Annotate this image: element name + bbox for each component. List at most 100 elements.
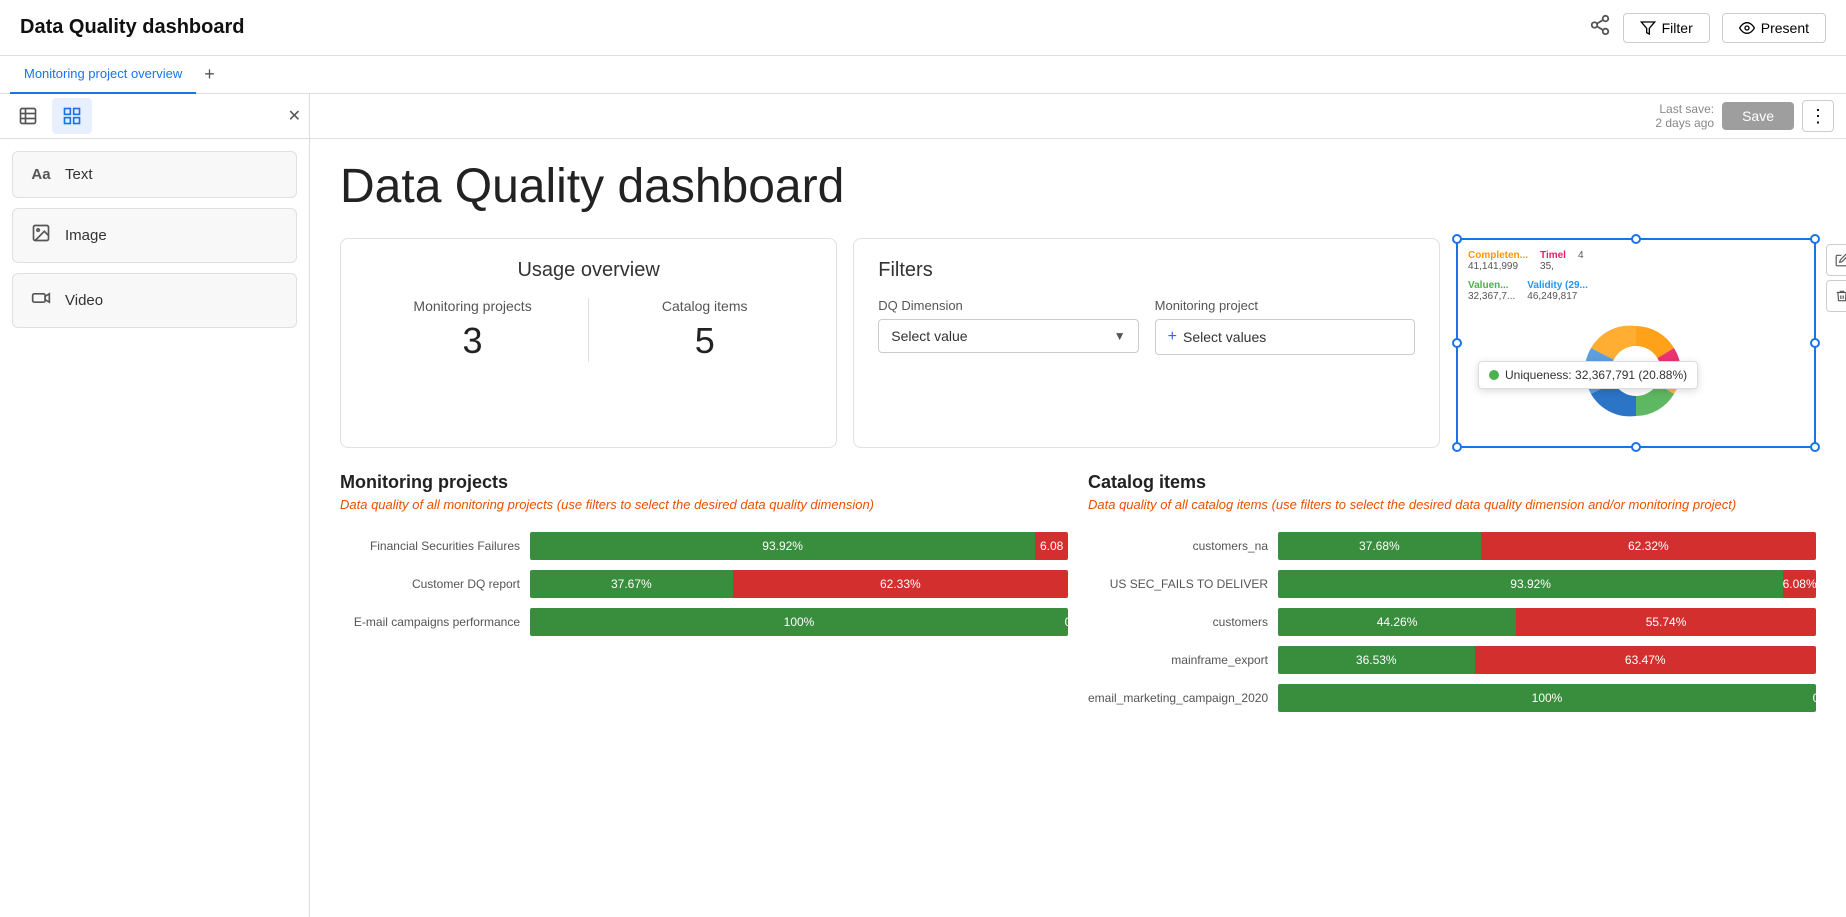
resize-handle-tc[interactable] — [1631, 234, 1641, 244]
donut-card-actions — [1826, 244, 1846, 312]
catalog-items-panel: Catalog items Data quality of all catalo… — [1088, 472, 1816, 712]
bar-red: 62.32% — [1481, 532, 1816, 560]
monitoring-project-label: Monitoring project — [1155, 298, 1415, 313]
bar-red: 6.08 — [1035, 532, 1068, 560]
chevron-down-icon: ▼ — [1114, 329, 1126, 343]
right-content: Last save: 2 days ago Save ⋮ Data Qualit… — [310, 94, 1846, 917]
table-row: mainframe_export 36.53% 63.47% — [1088, 646, 1816, 674]
panel-item-text-label: Text — [65, 166, 93, 183]
tab-bar: Monitoring project overview + — [0, 56, 1846, 94]
cards-row: Usage overview Monitoring projects 3 Cat… — [340, 238, 1816, 448]
tab-monitoring-overview[interactable]: Monitoring project overview — [10, 56, 196, 94]
panel-item-image[interactable]: Image — [12, 208, 297, 263]
legend-timeliness: Timel 35, — [1540, 250, 1566, 272]
dashboard-content: Data Quality dashboard Usage overview Mo… — [310, 139, 1846, 732]
dq-dimension-group: DQ Dimension Select value ▼ — [878, 298, 1138, 353]
legend-4: 4 — [1578, 250, 1584, 272]
resize-handle-mr[interactable] — [1810, 338, 1820, 348]
resize-handle-tr[interactable] — [1810, 234, 1820, 244]
monitoring-projects-value: 3 — [365, 320, 580, 362]
stat-divider — [588, 298, 589, 362]
dashboard-title: Data Quality dashboard — [340, 159, 1816, 214]
resize-handle-bl[interactable] — [1452, 442, 1462, 452]
bar-green: 100% — [530, 608, 1068, 636]
legend-completeness: Completen... 41,141,999 — [1468, 250, 1528, 272]
panel-item-image-label: Image — [65, 227, 107, 244]
filters-title: Filters — [878, 259, 1415, 282]
image-icon — [29, 223, 53, 248]
main-layout: ✕ Aa Text Image Video — [0, 94, 1846, 917]
legend-validity: Validity (29... 46,249,817 — [1527, 280, 1588, 302]
filters-row: DQ Dimension Select value ▼ Monitoring p… — [878, 298, 1415, 355]
left-panel: ✕ Aa Text Image Video — [0, 94, 310, 917]
panel-item-video[interactable]: Video — [12, 273, 297, 328]
resize-handle-br[interactable] — [1810, 442, 1820, 452]
panel-close-button[interactable]: ✕ — [288, 106, 301, 126]
filter-button[interactable]: Filter — [1623, 13, 1710, 43]
monitoring-project-group: Monitoring project + Select values — [1155, 298, 1415, 355]
table-row: E-mail campaigns performance 100% 0 — [340, 608, 1068, 636]
table-row: email_marketing_campaign_2020 100% 0 — [1088, 684, 1816, 712]
monitoring-projects-stat: Monitoring projects 3 — [365, 298, 580, 362]
delete-chart-button[interactable] — [1826, 280, 1846, 312]
donut-tooltip: Uniqueness: 32,367,791 (20.88%) — [1478, 361, 1698, 389]
text-icon: Aa — [29, 166, 53, 183]
bar-red: 6.08% — [1783, 570, 1816, 598]
panel-item-video-label: Video — [65, 292, 103, 309]
panel-items-list: Aa Text Image Video — [0, 139, 309, 340]
monitoring-projects-panel: Monitoring projects Data quality of all … — [340, 472, 1068, 712]
bar-green: 36.53% — [1278, 646, 1475, 674]
donut-legend: Completen... 41,141,999 Timel 35, 4 Val — [1468, 250, 1804, 302]
filters-card: Filters DQ Dimension Select value ▼ Moni… — [853, 238, 1440, 448]
bar-green: 37.67% — [530, 570, 733, 598]
save-button[interactable]: Save — [1722, 102, 1794, 130]
bar-red: 55.74% — [1516, 608, 1816, 636]
present-button[interactable]: Present — [1722, 13, 1826, 43]
usage-overview-title: Usage overview — [365, 259, 812, 282]
catalog-items-value: 5 — [597, 320, 812, 362]
catalog-items-chart-title: Catalog items — [1088, 472, 1816, 493]
tab-add-button[interactable]: + — [196, 64, 223, 85]
bar-green: 37.68% — [1278, 532, 1481, 560]
video-icon — [29, 288, 53, 313]
last-save-info: Last save: 2 days ago — [1655, 102, 1714, 130]
catalog-items-label: Catalog items — [597, 298, 812, 314]
top-bar: Data Quality dashboard Filter Present — [0, 0, 1846, 56]
bar-red: 62.33% — [733, 570, 1068, 598]
monitoring-bar-chart: Financial Securities Failures 93.92% 6.0… — [340, 532, 1068, 636]
share-icon[interactable] — [1589, 14, 1611, 41]
table-row: US SEC_FAILS TO DELIVER 93.92% 6.08% — [1088, 570, 1816, 598]
panel-item-text[interactable]: Aa Text — [12, 151, 297, 198]
dq-dimension-select[interactable]: Select value ▼ — [878, 319, 1138, 353]
bar-green: 93.92% — [530, 532, 1035, 560]
catalog-items-stat: Catalog items 5 — [597, 298, 812, 362]
charts-section: Monitoring projects Data quality of all … — [340, 472, 1816, 712]
top-bar-actions: Filter Present — [1589, 13, 1826, 43]
dq-dimension-label: DQ Dimension — [878, 298, 1138, 313]
donut-chart-card[interactable]: Completen... 41,141,999 Timel 35, 4 Val — [1456, 238, 1816, 448]
panel-toolbar: ✕ — [0, 94, 309, 139]
legend-uniqueness: Valuen... 32,367,7... — [1468, 280, 1515, 302]
bar-green: 93.92% — [1278, 570, 1783, 598]
resize-handle-tl[interactable] — [1452, 234, 1462, 244]
bar-green: 100% — [1278, 684, 1816, 712]
monitoring-project-select[interactable]: + Select values — [1155, 319, 1415, 355]
donut-chart-container: Uniqueness: 32,367,791 (20.88%) — [1468, 306, 1804, 436]
save-bar: Last save: 2 days ago Save ⋮ — [310, 94, 1846, 139]
table-row: customers 44.26% 55.74% — [1088, 608, 1816, 636]
usage-overview-card: Usage overview Monitoring projects 3 Cat… — [340, 238, 837, 448]
monitoring-projects-chart-title: Monitoring projects — [340, 472, 1068, 493]
table-row: Financial Securities Failures 93.92% 6.0… — [340, 532, 1068, 560]
more-options-button[interactable]: ⋮ — [1802, 100, 1834, 132]
resize-handle-bc[interactable] — [1631, 442, 1641, 452]
resize-handle-ml[interactable] — [1452, 338, 1462, 348]
bar-green: 44.26% — [1278, 608, 1516, 636]
panel-tab-grid[interactable] — [52, 98, 92, 134]
bar-red: 63.47% — [1475, 646, 1816, 674]
app-title: Data Quality dashboard — [20, 16, 245, 39]
stats-row: Monitoring projects 3 Catalog items 5 — [365, 298, 812, 362]
catalog-bar-chart: customers_na 37.68% 62.32% US SEC_FAILS … — [1088, 532, 1816, 712]
panel-tab-chart[interactable] — [8, 98, 48, 134]
edit-chart-button[interactable] — [1826, 244, 1846, 276]
monitoring-projects-subtitle: Data quality of all monitoring projects … — [340, 497, 1068, 512]
